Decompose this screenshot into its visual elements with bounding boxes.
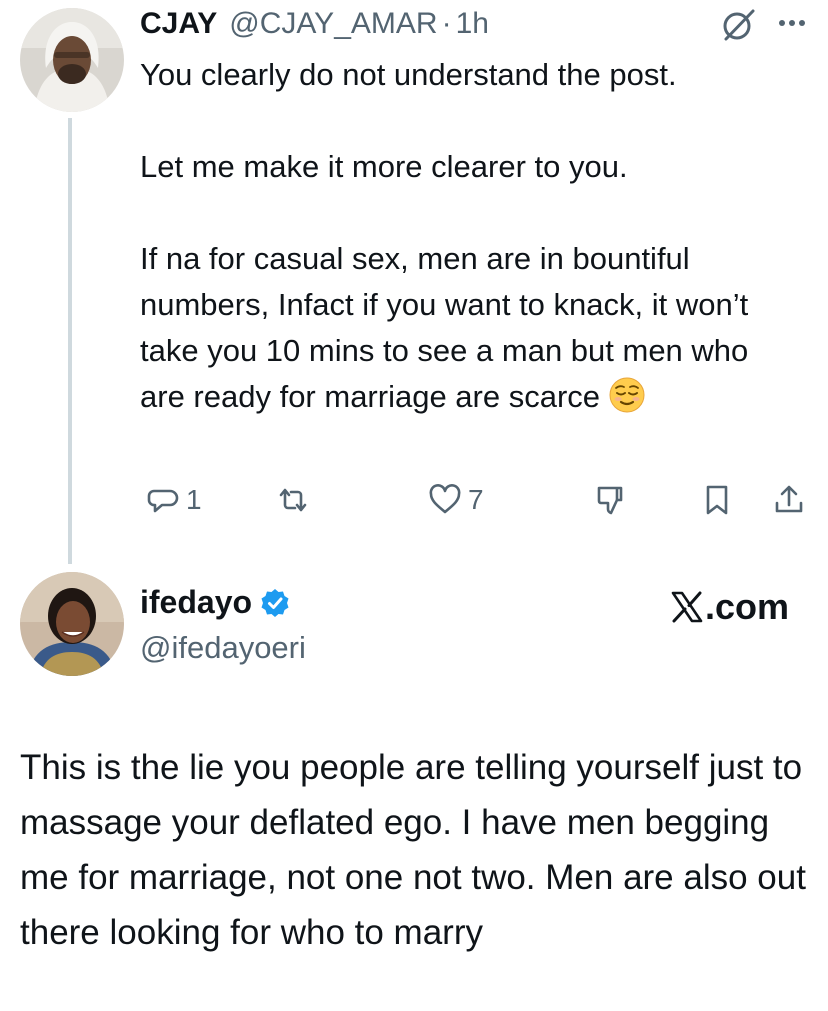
ifedayo-avatar[interactable] xyxy=(20,572,124,676)
thread-line xyxy=(68,118,72,564)
x-com-watermark: .com xyxy=(670,586,789,628)
like-count: 7 xyxy=(468,484,484,515)
reply-paragraph-2: Let me make it more clearer to you. xyxy=(140,149,628,184)
relieved-face-emoji-icon xyxy=(608,376,646,414)
reply-action-bar: 1 7 xyxy=(140,478,810,522)
quoted-display-name[interactable]: ifedayo xyxy=(140,584,252,621)
reply-button[interactable]: 1 xyxy=(146,478,202,522)
reply-paragraph-3-text: If na for casual sex, men are in bountif… xyxy=(140,241,749,414)
thumbs-down-icon xyxy=(597,486,623,515)
quoted-handle[interactable]: @ifedayoeri xyxy=(140,630,306,666)
verified-badge-icon xyxy=(261,588,289,617)
share-icon xyxy=(775,485,803,513)
downvote-button[interactable] xyxy=(595,478,629,522)
bookmark-icon xyxy=(706,485,728,515)
reply-count: 1 xyxy=(186,484,202,515)
more-options-icon[interactable] xyxy=(772,8,812,38)
reply-paragraph-1: You clearly do not understand the post. xyxy=(140,57,677,92)
share-button[interactable] xyxy=(772,478,806,522)
cjay-avatar[interactable] xyxy=(20,8,124,112)
reply-icon xyxy=(147,489,179,513)
like-button[interactable]: 7 xyxy=(428,478,484,522)
reply-text: You clearly do not understand the post. … xyxy=(140,52,800,420)
watermark-domain: .com xyxy=(705,586,790,627)
repost-button[interactable] xyxy=(276,478,310,522)
reply-paragraph-3: If na for casual sex, men are in bountif… xyxy=(140,236,800,420)
repost-icon xyxy=(279,488,307,512)
x-logo-icon xyxy=(671,591,703,623)
grok-icon[interactable] xyxy=(722,8,756,42)
reply-handle[interactable]: @CJAY_AMAR xyxy=(229,7,437,41)
header-separator: · xyxy=(441,7,452,40)
reply-timestamp[interactable]: 1h xyxy=(456,7,489,41)
quoted-text: This is the lie you people are telling y… xyxy=(20,748,806,952)
quoted-author: ifedayo xyxy=(140,584,290,621)
reply-display-name[interactable]: CJAY xyxy=(140,7,217,41)
heart-icon xyxy=(429,484,461,514)
bookmark-button[interactable] xyxy=(700,478,734,522)
reply-header: CJAY @CJAY_AMAR · 1h xyxy=(140,4,489,44)
